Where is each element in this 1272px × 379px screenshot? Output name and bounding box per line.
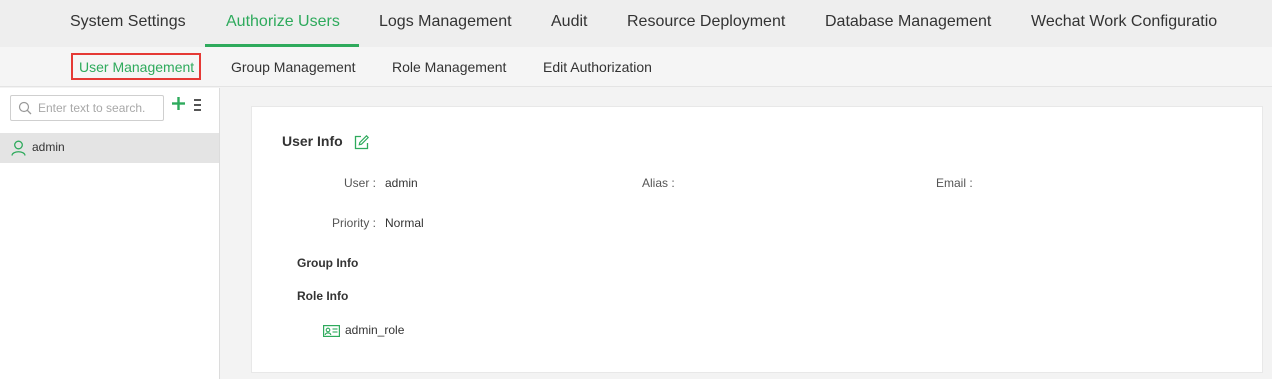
tab-wechat-work-configuration[interactable]: Wechat Work Configuratio	[1031, 0, 1217, 47]
tab-authorize-users[interactable]: Authorize Users	[226, 0, 340, 47]
user-value: admin	[385, 176, 418, 190]
top-nav: System Settings Authorize Users Logs Man…	[0, 0, 1272, 47]
user-info-title: User Info	[282, 133, 343, 149]
group-info-title: Group Info	[297, 256, 359, 270]
user-label: User :	[344, 176, 377, 190]
tab-resource-deployment[interactable]: Resource Deployment	[627, 0, 785, 47]
search-icon	[18, 101, 32, 115]
subtab-edit-authorization[interactable]: Edit Authorization	[543, 47, 652, 87]
priority-value: Normal	[385, 216, 424, 230]
tab-audit[interactable]: Audit	[551, 0, 587, 47]
user-list-item[interactable]: admin	[0, 133, 219, 163]
role-name: admin_role	[345, 323, 405, 337]
user-icon	[11, 140, 26, 156]
subtab-group-management[interactable]: Group Management	[231, 47, 356, 87]
subtab-role-management[interactable]: Role Management	[392, 47, 506, 87]
search-input[interactable]	[38, 99, 160, 117]
tab-logs-management[interactable]: Logs Management	[379, 0, 512, 47]
sub-nav: User Management Group Management Role Ma…	[0, 47, 1272, 87]
edit-icon[interactable]	[354, 135, 369, 150]
tab-database-management[interactable]: Database Management	[825, 0, 991, 47]
role-info-title: Role Info	[297, 289, 349, 303]
tab-system-settings[interactable]: System Settings	[70, 0, 186, 47]
search-box	[10, 95, 164, 121]
role-card-icon	[323, 325, 340, 337]
subtab-user-management[interactable]: User Management	[79, 47, 194, 87]
priority-label: Priority :	[332, 216, 377, 230]
alias-label: Alias :	[642, 176, 675, 190]
user-sidebar: admin	[0, 88, 220, 379]
more-menu-icon[interactable]	[194, 98, 202, 112]
user-info-card: User Info User : admin Alias : Email : P…	[251, 106, 1263, 373]
add-user-icon[interactable]	[172, 97, 185, 110]
email-label: Email :	[936, 176, 973, 190]
user-name: admin	[32, 140, 65, 154]
